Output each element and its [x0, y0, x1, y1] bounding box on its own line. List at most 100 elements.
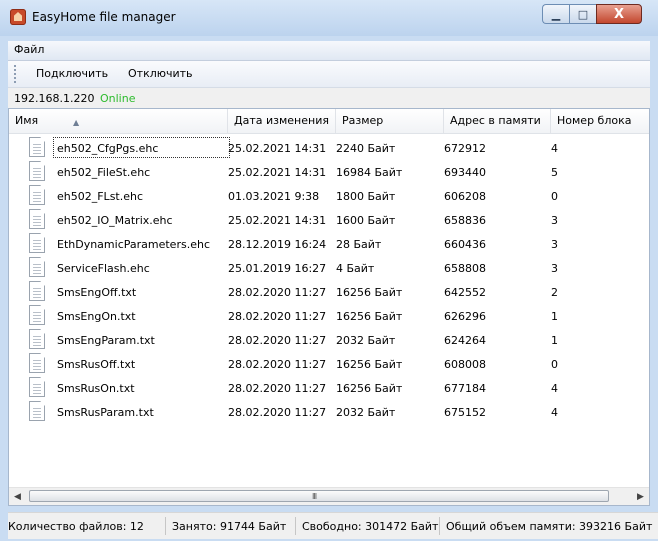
- file-address: 658808: [444, 262, 486, 275]
- file-size: 28 Байт: [336, 238, 382, 251]
- column-header-size[interactable]: Размер: [336, 109, 444, 133]
- file-block: 3: [551, 238, 558, 251]
- scroll-thumb[interactable]: III: [29, 490, 609, 502]
- table-row[interactable]: SmsEngParam.txt 28.02.2020 11:27 2032 Ба…: [9, 328, 649, 352]
- close-button[interactable]: X: [596, 4, 642, 24]
- file-name: eh502_FileSt.ehc: [57, 166, 151, 179]
- file-name: SmsEngOff.txt: [57, 286, 137, 299]
- document-icon: [29, 257, 45, 277]
- file-name: EthDynamicParameters.ehc: [57, 238, 210, 251]
- file-size: 16256 Байт: [336, 310, 403, 323]
- file-address: 624264: [444, 334, 486, 347]
- column-header-label: Номер блока: [557, 114, 632, 127]
- file-date: 28.12.2019 16:24: [228, 238, 327, 251]
- file-name: eh502_CfgPgs.ehc: [57, 142, 159, 155]
- column-header-date[interactable]: Дата изменения: [228, 109, 336, 133]
- file-date: 25.02.2021 14:31: [228, 166, 327, 179]
- file-address: 606208: [444, 190, 486, 203]
- app-icon: [10, 9, 26, 25]
- file-date: 25.02.2021 14:31: [228, 214, 327, 227]
- column-header-name[interactable]: Имя ▲: [9, 109, 228, 133]
- file-address: 675152: [444, 406, 486, 419]
- grip-icon: III: [312, 492, 317, 501]
- status-separator: [439, 517, 440, 535]
- table-row[interactable]: SmsEngOn.txt 28.02.2020 11:27 16256 Байт…: [9, 304, 649, 328]
- connection-status: 192.168.1.220 Online: [8, 88, 650, 108]
- document-icon: [29, 329, 45, 349]
- file-block: 4: [551, 142, 558, 155]
- column-header-block[interactable]: Номер блока: [551, 109, 649, 133]
- table-row[interactable]: SmsRusOn.txt 28.02.2020 11:27 16256 Байт…: [9, 376, 649, 400]
- file-block: 4: [551, 406, 558, 419]
- file-name: SmsEngOn.txt: [57, 310, 136, 323]
- file-address: 660436: [444, 238, 486, 251]
- column-header-label: Адрес в памяти: [450, 114, 541, 127]
- file-name: SmsEngParam.txt: [57, 334, 155, 347]
- file-address: 642552: [444, 286, 486, 299]
- file-date: 28.02.2020 11:27: [228, 334, 327, 347]
- file-block: 1: [551, 334, 558, 347]
- file-block: 3: [551, 262, 558, 275]
- file-date: 28.02.2020 11:27: [228, 310, 327, 323]
- file-size: 4 Байт: [336, 262, 375, 275]
- status-bar: Количество файлов: 12 Занято: 91744 Байт…: [8, 512, 658, 539]
- table-row[interactable]: ServiceFlash.ehc 25.01.2019 16:27 4 Байт…: [9, 256, 649, 280]
- online-status: Online: [100, 92, 136, 105]
- status-used: Занято: 91744 Байт: [172, 520, 287, 533]
- minimize-button[interactable]: ▁: [542, 4, 569, 24]
- file-list[interactable]: Имя ▲ Дата изменения Размер Адрес в памя…: [8, 108, 650, 506]
- file-date: 28.02.2020 11:27: [228, 382, 327, 395]
- file-address: 672912: [444, 142, 486, 155]
- table-row[interactable]: eh502_FLst.ehc 01.03.2021 9:38 1800 Байт…: [9, 184, 649, 208]
- file-date: 25.02.2021 14:31: [228, 142, 327, 155]
- table-row[interactable]: EthDynamicParameters.ehc 28.12.2019 16:2…: [9, 232, 649, 256]
- table-row[interactable]: eh502_IO_Matrix.ehc 25.02.2021 14:31 160…: [9, 208, 649, 232]
- file-date: 28.02.2020 11:27: [228, 286, 327, 299]
- horizontal-scrollbar[interactable]: ◀ III ▶: [9, 487, 649, 505]
- table-row[interactable]: SmsRusParam.txt 28.02.2020 11:27 2032 Ба…: [9, 400, 649, 424]
- file-size: 2032 Байт: [336, 406, 396, 419]
- file-size: 1600 Байт: [336, 214, 396, 227]
- status-free: Свободно: 301472 Байт: [302, 520, 439, 533]
- scroll-right-button[interactable]: ▶: [632, 488, 649, 505]
- connect-button[interactable]: Подключить: [36, 67, 108, 80]
- scroll-left-button[interactable]: ◀: [9, 488, 26, 505]
- maximize-button[interactable]: □: [569, 4, 596, 24]
- document-icon: [29, 305, 45, 325]
- toolbar-grip[interactable]: [14, 65, 16, 83]
- status-file-count: Количество файлов: 12: [8, 520, 144, 533]
- file-name: SmsRusOff.txt: [57, 358, 136, 371]
- title-bar: EasyHome file manager ▁ □ X: [0, 0, 658, 36]
- file-address: 658836: [444, 214, 486, 227]
- ip-address: 192.168.1.220: [14, 92, 95, 105]
- close-icon: X: [613, 6, 625, 22]
- table-row[interactable]: SmsEngOff.txt 28.02.2020 11:27 16256 Бай…: [9, 280, 649, 304]
- file-name: eh502_IO_Matrix.ehc: [57, 214, 173, 227]
- list-rows: eh502_CfgPgs.ehc 25.02.2021 14:31 2240 Б…: [9, 136, 649, 424]
- minimize-icon: ▁: [551, 7, 561, 21]
- disconnect-button[interactable]: Отключить: [128, 67, 193, 80]
- document-icon: [29, 137, 45, 157]
- file-size: 16984 Байт: [336, 166, 403, 179]
- column-header-label: Имя: [15, 114, 39, 127]
- arrow-right-icon: ▶: [637, 491, 644, 502]
- file-date: 28.02.2020 11:27: [228, 406, 327, 419]
- file-address: 626296: [444, 310, 486, 323]
- document-icon: [29, 233, 45, 253]
- document-icon: [29, 353, 45, 373]
- file-block: 2: [551, 286, 558, 299]
- table-row[interactable]: eh502_CfgPgs.ehc 25.02.2021 14:31 2240 Б…: [9, 136, 649, 160]
- file-block: 1: [551, 310, 558, 323]
- table-row[interactable]: SmsRusOff.txt 28.02.2020 11:27 16256 Бай…: [9, 352, 649, 376]
- column-header-address[interactable]: Адрес в памяти: [444, 109, 551, 133]
- menu-file[interactable]: Файл: [14, 43, 44, 56]
- file-size: 1800 Байт: [336, 190, 396, 203]
- file-name: SmsRusOn.txt: [57, 382, 135, 395]
- arrow-left-icon: ◀: [14, 491, 21, 502]
- file-block: 3: [551, 214, 558, 227]
- menu-bar: Файл: [8, 41, 650, 61]
- table-row[interactable]: eh502_FileSt.ehc 25.02.2021 14:31 16984 …: [9, 160, 649, 184]
- file-date: 28.02.2020 11:27: [228, 358, 327, 371]
- document-icon: [29, 281, 45, 301]
- document-icon: [29, 209, 45, 229]
